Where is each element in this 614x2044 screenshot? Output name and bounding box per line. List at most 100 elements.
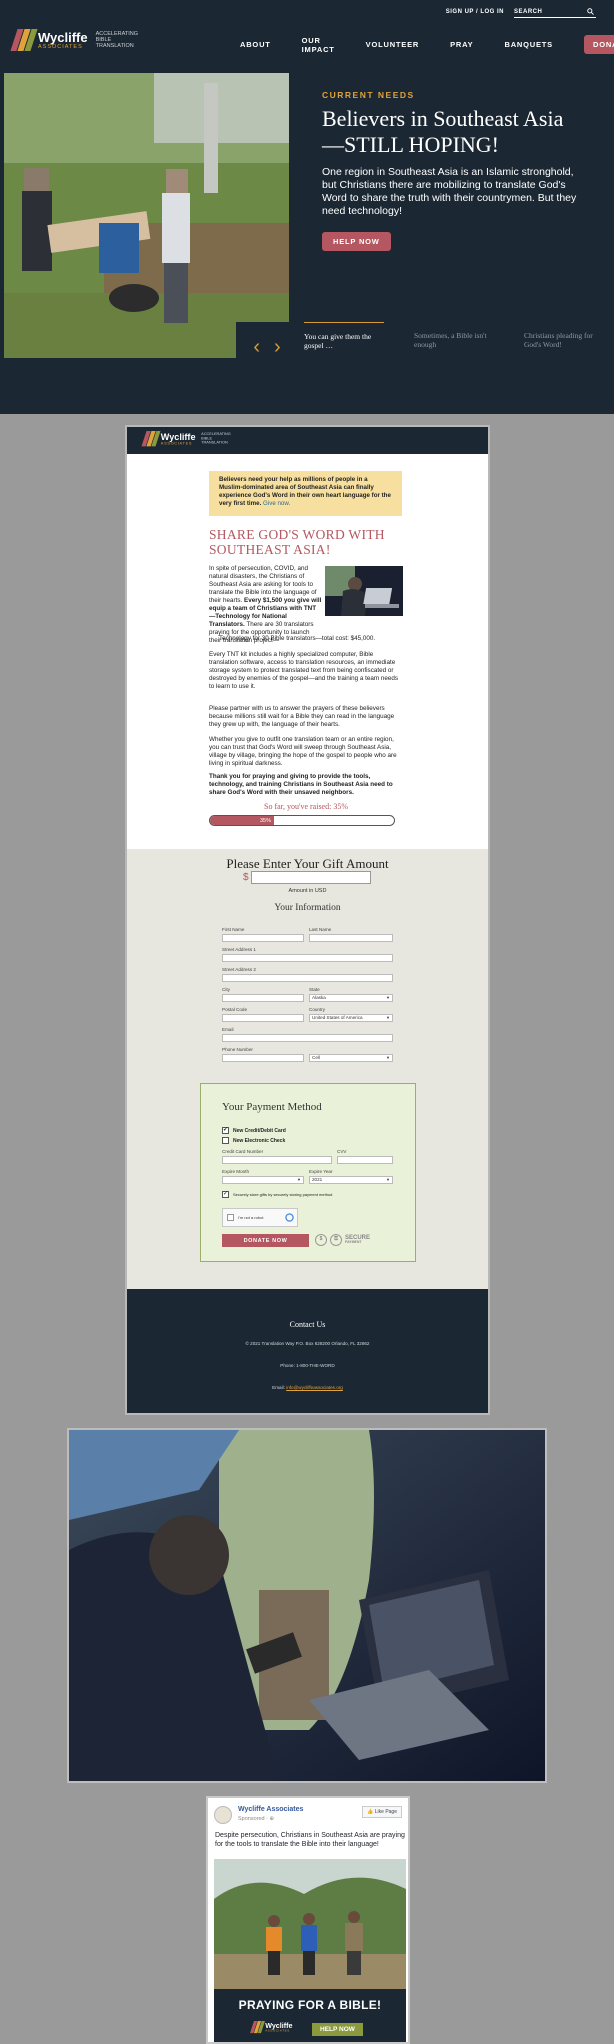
slide-tab-2[interactable]: Sometimes, a Bible isn't enough xyxy=(414,322,494,351)
chevron-right-icon[interactable]: › xyxy=(274,337,281,357)
city-field[interactable] xyxy=(222,994,304,1002)
search-box[interactable]: SEARCH xyxy=(514,7,596,18)
trust-paragraph: Whether you give to outfit one translati… xyxy=(209,736,397,768)
translator-laptop-photo xyxy=(325,566,403,616)
phone-label: Phone Number xyxy=(222,1047,253,1052)
cvv-label: CVV xyxy=(337,1149,347,1154)
give-now-link[interactable]: Give now. xyxy=(263,500,290,507)
sponsored-label: Sponsored · ⊕ xyxy=(238,1816,275,1822)
like-page-button[interactable]: 👍 Like Page xyxy=(362,1806,402,1818)
logo-name: Wycliffe xyxy=(265,2021,293,2030)
first-name-label: First Name xyxy=(222,927,245,932)
slide-tab-3[interactable]: Christians pleading for God's Word! xyxy=(524,322,604,351)
logo-name: Wycliffe xyxy=(160,431,196,442)
signup-login-link[interactable]: SIGN UP / LOG IN xyxy=(446,9,504,15)
page-avatar[interactable] xyxy=(214,1806,232,1824)
logo-tagline: ACCELERATING BIBLE TRANSLATION xyxy=(201,432,231,446)
appeal-banner: Believers need your help as millions of … xyxy=(209,471,402,516)
recaptcha-checkbox[interactable] xyxy=(227,1214,234,1221)
checkbox-checked-icon[interactable]: ✓ xyxy=(222,1127,229,1134)
recaptcha-widget[interactable]: I'm not a robot xyxy=(222,1208,298,1227)
ad-help-now-button[interactable]: HELP NOW xyxy=(312,2023,363,2036)
nav-volunteer[interactable]: VOLUNTEER xyxy=(366,40,419,49)
email-label: Email xyxy=(222,1027,234,1032)
ad-image-three-men xyxy=(214,1859,406,1989)
phone-type-select[interactable]: Cell ▼ xyxy=(309,1054,393,1062)
card-number-field[interactable] xyxy=(222,1156,332,1164)
gift-form-section: Please Enter Your Gift Amount $ Amount i… xyxy=(127,849,488,1289)
gift-amount-title: Please Enter Your Gift Amount xyxy=(226,856,389,871)
logo-sub: ASSOCIATES xyxy=(265,2028,290,2033)
street2-field[interactable] xyxy=(222,974,393,982)
lock-badge-icon: ⚿ xyxy=(330,1234,342,1246)
contact-address: © 2021 Translation Way P.O. Box 628200 O… xyxy=(245,1341,370,1346)
chevron-down-icon: ▼ xyxy=(297,1177,301,1182)
contact-title: Contact Us xyxy=(289,1320,326,1329)
translator-using-laptop-photo xyxy=(67,1428,547,1783)
secure-payment-badges: $ ⚿ SECURE PAYMENT xyxy=(315,1234,370,1246)
landing-header: Wycliffe ASSOCIATES ACCELERATING BIBLE TRA… xyxy=(127,427,488,454)
street1-field[interactable] xyxy=(222,954,393,962)
country-select[interactable]: United States of America ▼ xyxy=(309,1014,393,1022)
carousel-arrows: ‹ › xyxy=(236,322,298,372)
site-logo[interactable]: Wycliffe ASSOCIATES ACCELERATING BIBLE TRA… xyxy=(10,29,138,51)
hero-body: One region in Southeast Asia is an Islam… xyxy=(322,165,577,218)
email-field[interactable] xyxy=(222,1034,393,1042)
chevron-left-icon[interactable]: ‹ xyxy=(253,337,260,357)
amount-label: Amount in USD xyxy=(288,888,327,894)
ad-text: Despite persecution, Christians in South… xyxy=(215,1832,405,1849)
top-utility-bar: SIGN UP / LOG IN SEARCH xyxy=(446,5,596,19)
ad-banner-title: PRAYING FOR A BIBLE! xyxy=(238,1998,382,2012)
expire-year-label: Expire Year xyxy=(309,1169,333,1174)
first-name-field[interactable] xyxy=(222,934,304,942)
chevron-down-icon: ▼ xyxy=(386,1055,390,1060)
slide-tab-1[interactable]: You can give them the gospel … xyxy=(304,322,384,351)
your-information-title: Your Information xyxy=(274,903,341,913)
currency-symbol: $ xyxy=(243,872,249,883)
nav-about[interactable]: ABOUT xyxy=(240,40,271,49)
logo-name: Wycliffe xyxy=(38,29,88,45)
intro-paragraph: In spite of persecution, COVID, and natu… xyxy=(209,565,322,645)
donate-now-button[interactable]: DONATE NOW xyxy=(222,1234,309,1247)
search-icon[interactable] xyxy=(587,8,594,15)
main-nav: ABOUT OUR IMPACT VOLUNTEER PRAY BANQUETS… xyxy=(240,35,614,54)
last-name-field[interactable] xyxy=(309,934,393,942)
postal-label: Postal Code xyxy=(222,1007,248,1012)
street2-label: Street Address 2 xyxy=(222,967,256,972)
card-number-label: Credit Card Number xyxy=(222,1149,264,1154)
store-payment-option[interactable]: ✓ Securely store gifts by securely storin… xyxy=(222,1191,332,1198)
donation-landing-page: Wycliffe ASSOCIATES ACCELERATING BIBLE TRA… xyxy=(125,425,490,1415)
donate-button[interactable]: DONATE xyxy=(583,35,614,54)
nav-pray[interactable]: PRAY xyxy=(450,40,473,49)
fb-page-name[interactable]: Wycliffe Associates xyxy=(238,1806,303,1813)
logo-mark-icon xyxy=(141,431,161,447)
contact-email-link[interactable]: info@wycliffeassociates.org xyxy=(286,1385,343,1390)
option-new-card[interactable]: ✓ New Credit/Debit Card xyxy=(222,1127,286,1134)
payment-method-box: Your Payment Method ✓ New Credit/Debit Ca… xyxy=(200,1083,416,1262)
cvv-field[interactable] xyxy=(337,1156,393,1164)
state-label: State xyxy=(309,987,320,992)
city-label: City xyxy=(222,987,230,992)
phone-field[interactable] xyxy=(222,1054,304,1062)
hero-text-panel: CURRENT NEEDS Believers in Southeast Asi… xyxy=(322,90,578,252)
expire-year-select[interactable]: 2021 ▼ xyxy=(309,1176,393,1184)
nav-banquets[interactable]: BANQUETS xyxy=(504,40,553,49)
help-now-button[interactable]: HELP NOW xyxy=(322,232,391,252)
expire-month-select[interactable]: ▼ xyxy=(222,1176,304,1184)
fundraising-progress-bar: 35% xyxy=(209,815,395,826)
country-label: Country xyxy=(309,1007,326,1012)
partner-paragraph: Please partner with us to answer the pra… xyxy=(209,705,395,729)
nav-our-impact[interactable]: OUR IMPACT xyxy=(302,36,335,54)
checkbox-icon[interactable] xyxy=(222,1137,229,1144)
search-label: SEARCH xyxy=(514,8,543,15)
landing-logo[interactable]: Wycliffe ASSOCIATES ACCELERATING BIBLE TRA… xyxy=(141,431,231,447)
chevron-down-icon: ▼ xyxy=(386,1177,390,1182)
checkbox-checked-icon[interactable]: ✓ xyxy=(222,1191,229,1198)
ad-banner: PRAYING FOR A BIBLE! Wycliffe ASSOCIATES… xyxy=(214,1989,406,2042)
chevron-down-icon: ▼ xyxy=(386,995,390,1000)
state-select[interactable]: Alaska ▼ xyxy=(309,994,393,1002)
postal-field[interactable] xyxy=(222,1014,304,1022)
landing-title: SHARE GOD'S WORD WITH SOUTHEAST ASIA! xyxy=(209,527,385,557)
option-new-check[interactable]: New Electronic Check xyxy=(222,1137,285,1144)
gift-amount-input[interactable] xyxy=(250,871,371,884)
